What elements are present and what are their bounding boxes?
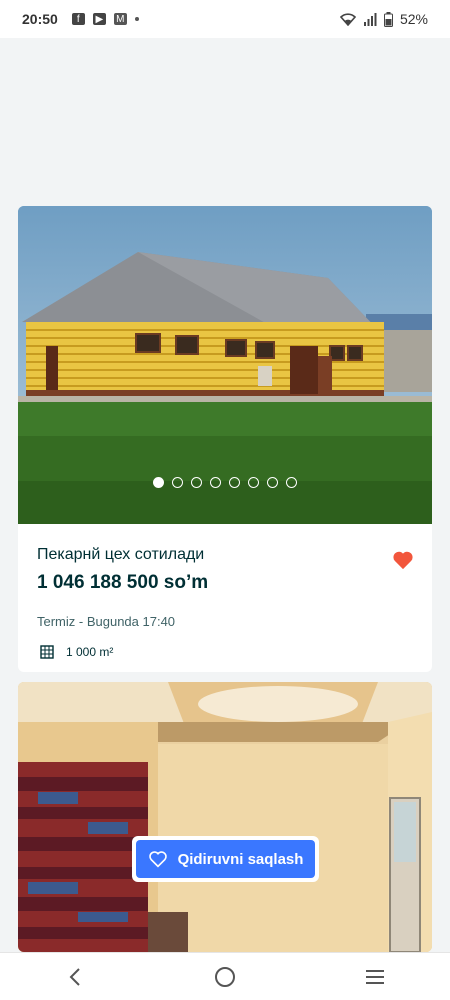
listing-area-value: 1 000 m² — [66, 645, 114, 659]
heart-outline-icon — [148, 851, 167, 868]
gmail-icon: M — [113, 13, 127, 25]
listing-location-date: Termiz - Bugunda 17:40 — [37, 614, 176, 629]
home-circle-icon — [215, 966, 235, 987]
battery-icon — [383, 11, 393, 27]
top-empty-area — [0, 38, 450, 206]
photo-dot[interactable] — [286, 477, 297, 488]
youtube-icon: ▶ — [92, 13, 106, 25]
back-chevron-icon — [69, 967, 80, 986]
photo-dot[interactable] — [248, 477, 259, 488]
status-bar: 20:50 f ▶ M 52% — [0, 0, 450, 38]
notification-icons: f ▶ M — [71, 13, 139, 25]
facebook-icon: f — [71, 13, 85, 25]
save-search-label: Qidiruvni saqlash — [177, 850, 304, 868]
battery-percent: 52% — [399, 11, 428, 27]
photo-dot[interactable] — [267, 477, 278, 488]
photo-pagination — [18, 477, 432, 488]
area-icon — [40, 645, 54, 659]
favorite-heart-icon[interactable] — [392, 550, 414, 570]
wifi-icon — [339, 12, 356, 26]
listing-card[interactable] — [18, 682, 432, 952]
signal-icon — [363, 12, 377, 26]
listing-card[interactable]: Пекарнй цех сотилади 1 046 188 500 so’m … — [18, 206, 432, 672]
listing-photo[interactable] — [18, 206, 432, 524]
photo-dot[interactable] — [172, 477, 183, 488]
listing-price: 1 046 188 500 so’m — [37, 572, 209, 593]
photo-dot[interactable] — [191, 477, 202, 488]
photo-dot[interactable] — [210, 477, 221, 488]
status-time: 20:50 — [22, 11, 58, 27]
photo-dot[interactable] — [229, 477, 240, 488]
save-search-button[interactable]: Qidiruvni saqlash — [132, 836, 319, 882]
listing-area: 1 000 m² — [37, 645, 413, 659]
back-button[interactable] — [45, 957, 105, 997]
more-notifications-icon — [134, 17, 139, 21]
room-photo — [18, 682, 432, 952]
system-nav-bar — [0, 952, 450, 1000]
listing-title[interactable]: Пекарнй цех сотилади — [37, 546, 413, 564]
listing-photo[interactable] — [18, 682, 432, 952]
listing-info: Пекарнй цех сотилади 1 046 188 500 so’m … — [18, 524, 432, 659]
photo-dot-active[interactable] — [153, 477, 164, 488]
home-button[interactable] — [195, 957, 255, 997]
recents-button[interactable] — [345, 957, 405, 997]
menu-lines-icon — [366, 969, 384, 984]
